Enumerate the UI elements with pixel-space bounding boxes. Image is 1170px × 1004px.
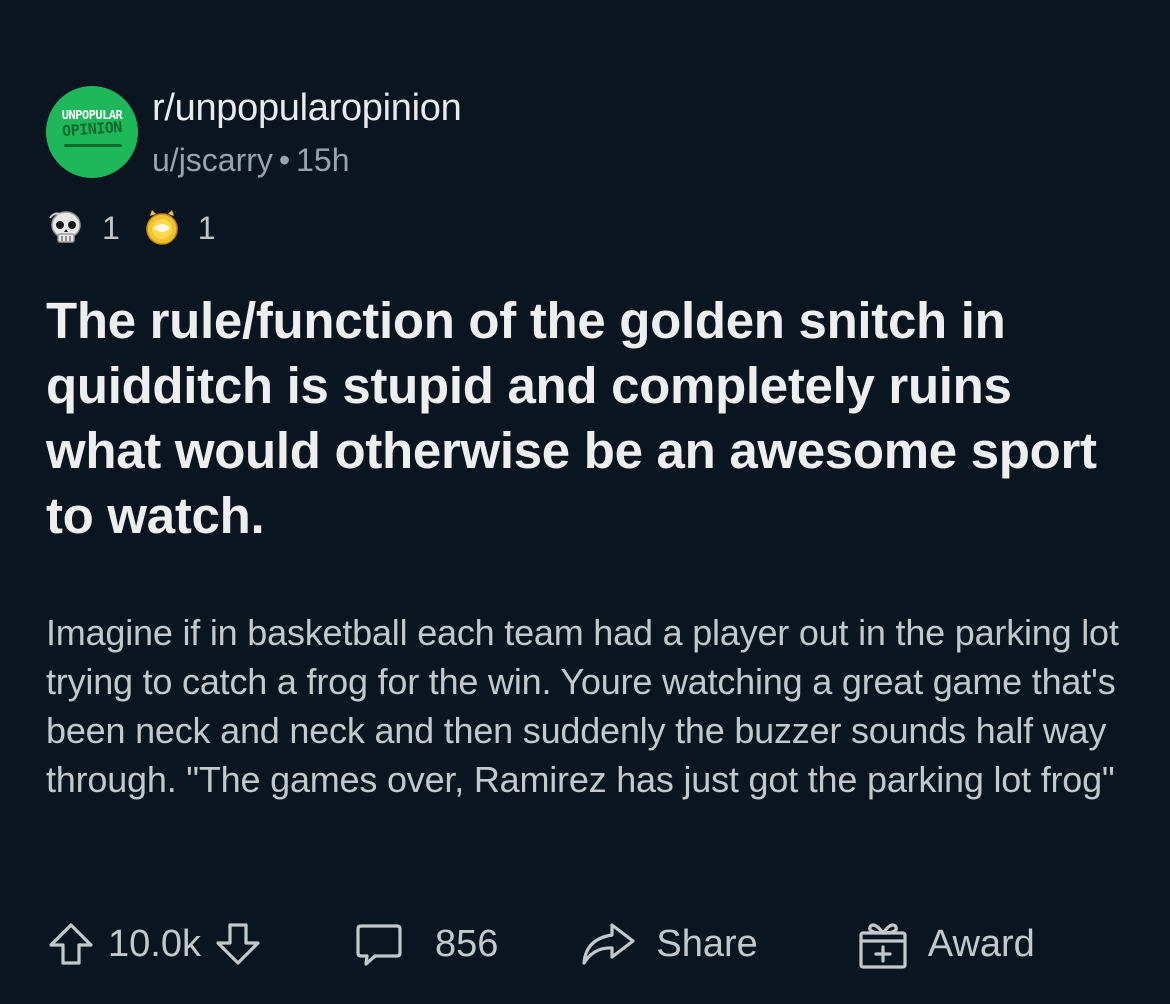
share-button[interactable]: Share [578, 919, 758, 969]
awards-row[interactable]: 1 1 [46, 208, 238, 248]
share-label: Share [656, 922, 758, 965]
gold-award-icon [146, 210, 178, 245]
award-button[interactable]: Award [856, 917, 1035, 971]
share-arrow-icon [582, 923, 635, 965]
award-label: Award [927, 922, 1035, 965]
comment-bubble-icon [356, 924, 402, 966]
vote-score: 10.0k [108, 922, 201, 965]
header-text: r/unpopularopinion u/jscarry • 15h [152, 88, 462, 178]
post-header: UNPOPULAR OPINION r/unpopularopinion u/j… [46, 86, 462, 178]
subreddit-logo-underline [64, 144, 122, 147]
award-count-skull: 1 [102, 209, 120, 246]
action-bar: 10.0k 856 Share Award [46, 916, 1126, 972]
post-meta: u/jscarry • 15h [152, 142, 461, 178]
post-title[interactable]: The rule/function of the golden snitch i… [46, 288, 1136, 548]
post-body: Imagine if in basketball each team had a… [46, 612, 1119, 800]
downvote-arrow-icon[interactable] [213, 919, 263, 969]
author-link[interactable]: u/jscarry [152, 142, 273, 178]
gift-icon [859, 923, 907, 969]
vote-group: 10.0k [46, 919, 263, 969]
award-item-gold[interactable]: 1 [142, 208, 216, 248]
subreddit-avatar[interactable]: UNPOPULAR OPINION [46, 86, 138, 178]
meta-separator: • [278, 142, 291, 178]
upvote-arrow-icon[interactable] [46, 919, 96, 969]
award-item-skull[interactable]: 1 [46, 208, 120, 248]
subreddit-name[interactable]: r/unpopularopinion [152, 88, 462, 128]
award-count-gold: 1 [197, 209, 216, 246]
comment-count: 856 [434, 922, 499, 965]
post-age: 15h [296, 142, 350, 178]
comments-button[interactable]: 856 [353, 918, 498, 970]
post-card: UNPOPULAR OPINION r/unpopularopinion u/j… [0, 0, 1170, 1004]
skull-award-icon [49, 211, 81, 243]
